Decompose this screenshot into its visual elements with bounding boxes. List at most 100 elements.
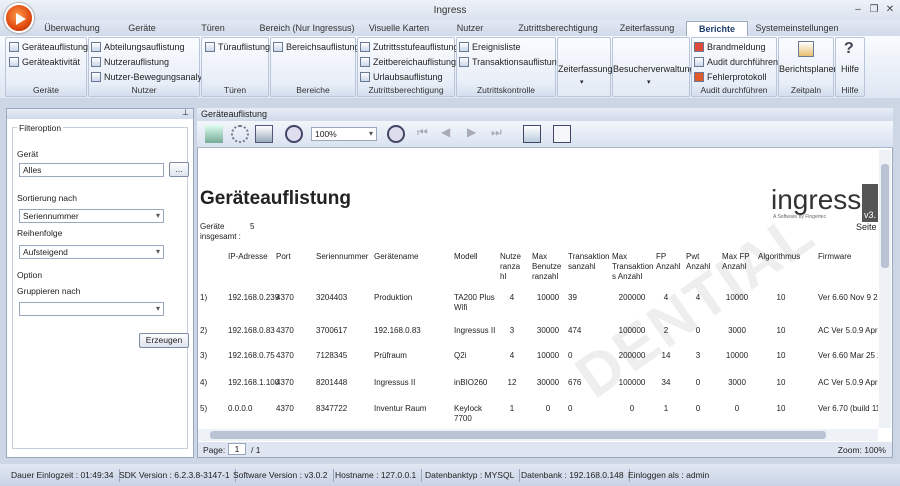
btn-transaktionsauflistung[interactable]: Transaktionsauflistung (459, 55, 562, 69)
page-input[interactable]: 1 (228, 443, 246, 455)
cell-maxtx: 100000 (618, 378, 646, 387)
btn-besucherverwaltung-menu[interactable]: Besucherverwaltung (613, 64, 695, 74)
sort-select[interactable]: Seriennummer (19, 209, 164, 223)
cell-tx: 474 (568, 326, 582, 335)
tab-systemeinstellungen[interactable]: Systemeinstellungen (752, 21, 842, 36)
cell-model: Keylock 7700 (454, 404, 483, 423)
tab-zutrittsberechtigung[interactable]: Zutrittsberechtigung (508, 21, 608, 36)
btn-nutzerauflistung[interactable]: Nutzerauflistung (91, 55, 169, 69)
btn-urlaubsauflistung[interactable]: Urlaubsauflistung (360, 70, 443, 84)
cell-maxfp: 0 (734, 404, 740, 413)
column-header: Nutze ranza hl (500, 252, 521, 281)
tab-ueberwachung[interactable]: Überwachung (38, 21, 106, 36)
cell-pwt: 4 (695, 293, 701, 302)
device-list-icon (9, 42, 19, 52)
btn-abteilungsauflistung[interactable]: Abteilungsauflistung (91, 40, 185, 54)
group-besucherverwaltung[interactable]: Besucherverwaltung ▾ (612, 37, 695, 97)
page-setup-icon[interactable] (231, 125, 249, 143)
cell-port: 4370 (276, 404, 294, 413)
group-zutrittskontrolle: Ereignisliste Transaktionsauflistung Zut… (456, 37, 562, 97)
column-header: Pwt Anzahl (686, 252, 711, 271)
vertical-scroll-thumb[interactable] (881, 164, 889, 268)
cell-users: 4 (509, 351, 515, 360)
ingress-logo: ingress (771, 184, 862, 215)
tab-nutzer[interactable]: Nutzer (436, 21, 504, 36)
group-zeitplan: Berichtsplaner Zeitpaln (778, 37, 837, 97)
geraet-browse-button[interactable]: ... (169, 162, 189, 177)
tab-berichte[interactable]: Berichte (686, 21, 748, 36)
play-icon (16, 13, 26, 25)
export-icon[interactable] (255, 125, 273, 143)
cell-port: 4370 (276, 326, 294, 335)
cell-users: 4 (509, 293, 515, 302)
zoom-in-icon[interactable] (387, 125, 405, 143)
group-by-label: Gruppieren nach (17, 286, 81, 296)
tab-zeiterfassung[interactable]: Zeiterfassung (612, 21, 682, 36)
cell-maxtx: 0 (629, 404, 635, 413)
column-header: IP-Adresse (228, 252, 268, 261)
filter-panel: ⊥ Filteroption Gerät Alles ... Sortierun… (6, 108, 194, 458)
generate-button[interactable]: Erzeugen (139, 333, 189, 348)
report-viewer-title: Geräteauflistung (197, 108, 893, 121)
last-page-icon[interactable]: ⏭ (491, 125, 509, 143)
btn-geraeteaktivitaet[interactable]: Geräteaktivität (9, 55, 80, 69)
horizontal-scroll-thumb[interactable] (210, 431, 826, 439)
print-icon[interactable] (205, 125, 223, 143)
btn-hilfe[interactable]: Hilfe (836, 64, 864, 74)
next-page-icon[interactable]: ▶ (467, 125, 485, 143)
column-header: Seriennummer (316, 252, 369, 261)
cell-maxusers: 30000 (536, 326, 560, 335)
btn-zeitbereichauflistung[interactable]: Zeitbereichauflistung (360, 55, 456, 69)
group-by-select[interactable] (19, 302, 164, 316)
cell-sn: 8201448 (316, 378, 348, 387)
row-number: 3) (200, 351, 208, 360)
cell-name: Produktion (374, 293, 413, 302)
btn-ereignisliste[interactable]: Ereignisliste (459, 40, 521, 54)
pin-icon[interactable]: ⊥ (182, 108, 189, 117)
btn-audit-durchfuehren[interactable]: Audit durchführen (694, 55, 778, 69)
btn-nutzer-bewegungsanalyse[interactable]: Nutzer-Bewegungsanalyse (91, 70, 212, 84)
btn-tuerauflistung[interactable]: Türauflistung (205, 40, 270, 54)
cell-sn: 7128345 (316, 351, 348, 360)
prev-page-icon[interactable]: ◀ (441, 125, 459, 143)
order-select[interactable]: Aufsteigend (19, 245, 164, 259)
minimize-button[interactable]: – (852, 4, 864, 16)
tab-visuelle-karten[interactable]: Visuelle Karten (366, 21, 432, 36)
btn-zutrittsstufeauflistung[interactable]: Zutrittsstufeauflistung (360, 40, 459, 54)
tab-tueren[interactable]: Türen (178, 21, 248, 36)
filter-panel-header: ⊥ (7, 108, 193, 119)
tab-geraete[interactable]: Geräte (110, 21, 174, 36)
close-button[interactable]: ✕ (884, 4, 896, 16)
group-hilfe: ? Hilfe Hilfe (835, 37, 865, 97)
report-toolbar: 100% ⏮ ◀ ▶ ⏭ (197, 121, 893, 148)
cell-name: Inventur Raum (374, 404, 427, 413)
geraet-input[interactable]: Alles (19, 163, 164, 177)
cell-algo: 10 (776, 378, 786, 387)
filter-group-title: Filteroption (17, 123, 64, 133)
group-label: Zutrittskontrolle (457, 85, 555, 96)
group-zeiterfassung[interactable]: Zeiterfassung ▾ (557, 37, 613, 97)
btn-fehlerprotokoll[interactable]: Fehlerprotokoll (694, 70, 767, 84)
restore-button[interactable]: ❐ (868, 4, 880, 16)
zoom-select[interactable]: 100% (311, 127, 377, 141)
vertical-scrollbar[interactable] (879, 150, 891, 428)
btn-brandmeldung[interactable]: Brandmeldung (694, 40, 766, 54)
group-zutrittsberechtigung: Zutrittsstufeauflistung Zeitbereichaufli… (357, 37, 459, 97)
btn-zeiterfassung-menu[interactable]: Zeiterfassung (558, 64, 613, 74)
cell-ip: 192.168.0.75 (228, 351, 275, 360)
zoom-out-icon[interactable] (285, 125, 303, 143)
app-menu-orb-button[interactable] (4, 3, 34, 33)
first-page-icon[interactable]: ⏮ (417, 125, 435, 143)
save-icon[interactable] (523, 125, 541, 143)
group-audit: Brandmeldung Audit durchführen Fehlerpro… (691, 37, 778, 97)
cell-maxtx: 200000 (618, 293, 646, 302)
btn-berichtsplaner[interactable]: Berichtsplaner (779, 64, 837, 74)
btn-bereichsauflistung[interactable]: Bereichsauflistung (273, 40, 360, 54)
btn-geraeteauflistung[interactable]: Geräteauflistung (9, 40, 88, 54)
total-value: 5 (250, 222, 255, 231)
column-header: Max Transaktion s Anzahl (612, 252, 654, 281)
area-icon (273, 42, 283, 52)
horizontal-scrollbar[interactable] (198, 429, 878, 441)
email-icon[interactable] (553, 125, 571, 143)
tab-bereich[interactable]: Bereich (Nur Ingressus) (252, 21, 362, 36)
